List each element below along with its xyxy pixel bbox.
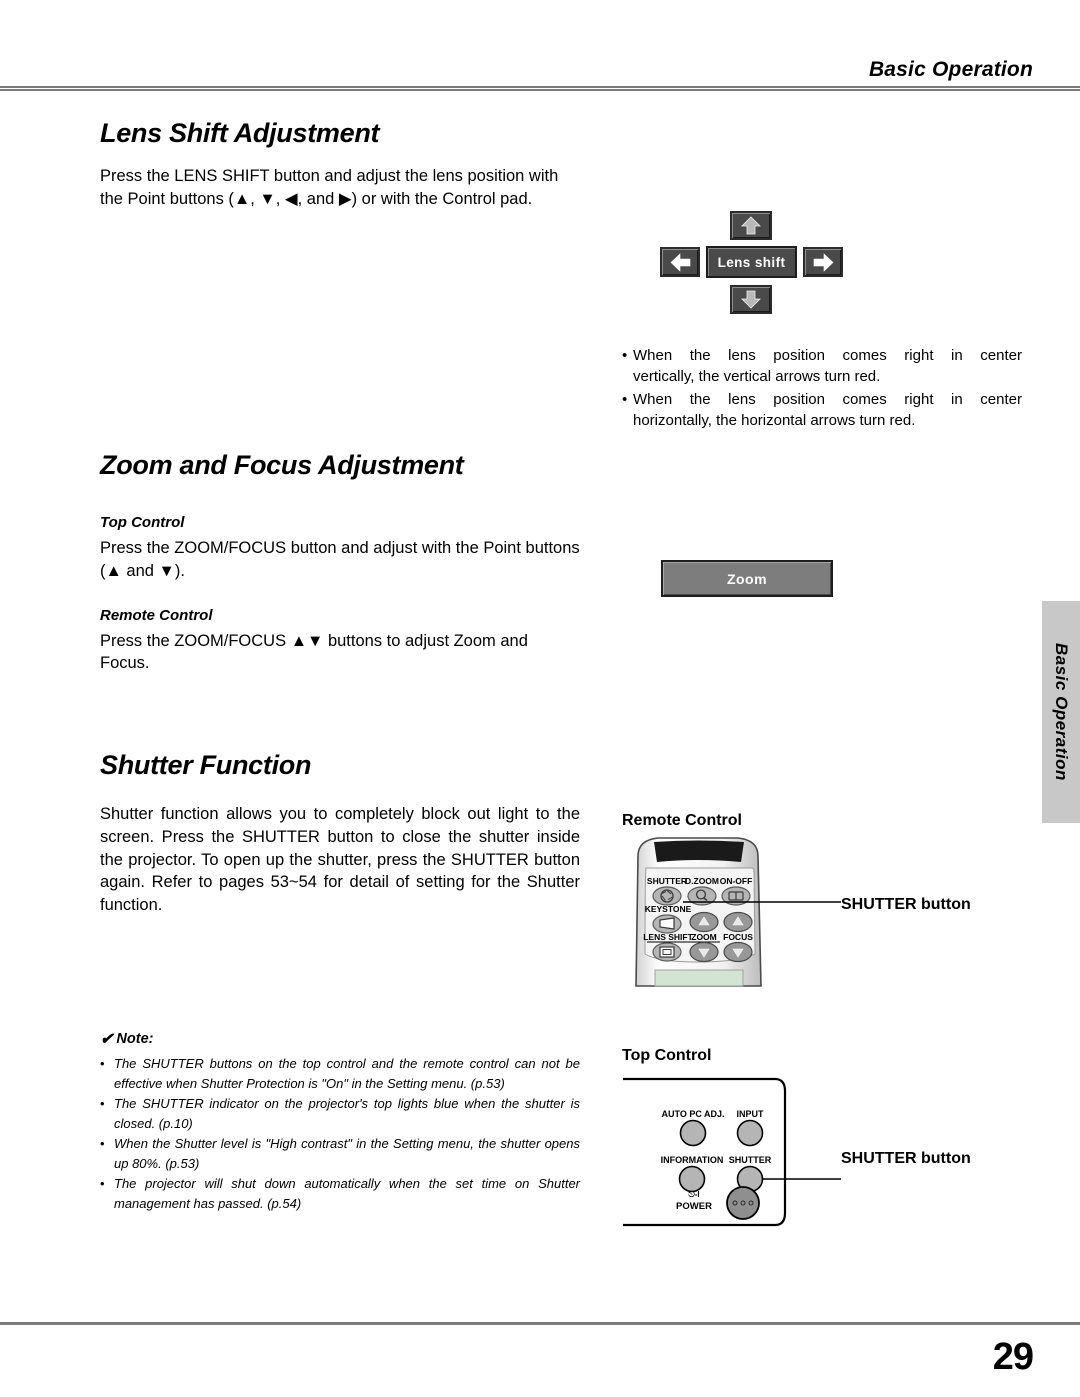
top-control-diagram-heading: Top Control [622,1047,712,1064]
zoom-focus-top-control-body: Press the ZOOM/FOCUS button and adjust w… [100,539,580,580]
bullet-dot: • [100,1056,105,1071]
top-control-label-information: INFORMATION [661,1155,724,1165]
page-number: 29 [992,1336,1034,1378]
remote-label-onoff: ON-OFF [720,876,753,886]
remote-label-focus: FOCUS [723,932,753,942]
lens-shift-widget: Lens shift [660,211,850,314]
lens-shift-body: Press the LENS SHIFT button and adjust t… [100,167,559,208]
top-control-label-auto-pc-adj: AUTO PC ADJ. [661,1109,724,1119]
bullet-dot: • [622,390,628,408]
shutter-title: Shutter Function [100,750,312,780]
note-heading: ✔ Note: [100,1029,580,1049]
footer-rule [0,1322,1080,1325]
side-tab-label: Basic Operation [1052,643,1071,781]
note-list-item: • The projector will shut down automatic… [100,1174,580,1213]
top-control-illustration: AUTO PC ADJ. INPUT INFORMATION SHUTTER ⎋… [623,1077,787,1227]
side-tab-basic-operation: Basic Operation [1042,601,1080,823]
bullet-dot: • [100,1176,105,1191]
remote-callout-line [683,901,841,903]
checkmark-icon: ✔ [100,1031,114,1048]
remote-label-dzoom: D.ZOOM [685,876,719,886]
bullet-dot: • [100,1096,105,1111]
lens-shift-down-arrow-icon[interactable] [730,285,772,314]
top-control-power-symbol: ⎋-I [688,1190,699,1199]
remote-label-shutter: SHUTTER [647,876,687,886]
lens-shift-up-arrow-icon[interactable] [730,211,772,240]
note-list-item: • The SHUTTER buttons on the top control… [100,1054,580,1093]
running-head: Basic Operation [868,58,1033,81]
top-control-callout-line [763,1178,841,1180]
top-control-power-button[interactable] [726,1186,760,1220]
lens-shift-glyph-icon [659,946,675,958]
zoom-focus-top-control-heading: Top Control [100,514,185,531]
lens-shift-left-arrow-icon[interactable] [660,247,700,277]
bullet-dot: • [622,347,628,364]
zoom-label-bar: Zoom [661,560,833,597]
note-line: horizontally, the horizontal arrows turn… [633,411,916,429]
note-list-item: • The SHUTTER indicator on the projector… [100,1094,580,1133]
section-lens-shift: Lens Shift Adjustment Press the LENS SHI… [100,118,580,211]
top-control-label-shutter: SHUTTER [729,1155,772,1165]
header-rule [0,86,1080,91]
note-heading-label: Note: [116,1031,154,1047]
note-line: When the lens position comes right in ce… [633,347,1022,364]
top-control-information-button[interactable] [678,1165,706,1193]
section-shutter: Shutter Function Shutter function allows… [100,750,580,917]
remote-control-illustration: SHUTTER D.ZOOM ON-OFF KEYSTONE LENS SHIF… [635,837,762,987]
top-control-label-power: POWER [676,1201,712,1212]
arrow-right-icon [813,252,833,272]
top-control-auto-pc-adj-button[interactable] [679,1119,707,1147]
shutter-body: Shutter function allows you to completel… [100,805,580,915]
zoom-focus-remote-control-heading: Remote Control [100,606,213,624]
top-control-label-input: INPUT [737,1109,765,1119]
remote-emitter [654,840,744,862]
remote-control-diagram-heading: Remote Control [622,812,742,829]
lens-shift-note-item: • When the lens position comes right in … [622,389,1022,432]
lens-shift-title: Lens Shift Adjustment [100,118,380,148]
zoom-focus-remote-control-body: Press the ZOOM/FOCUS ▲▼ buttons to adjus… [100,631,528,673]
note-list: • The SHUTTER buttons on the top control… [100,1054,580,1213]
keystone-icon [659,917,675,930]
lens-shift-note-item: • When the lens position comes right in … [622,345,1022,388]
note-line: When the lens position comes right in ce… [633,390,1022,408]
top-control-shutter-button-callout: SHUTTER button [841,1150,971,1167]
arrow-down-icon [741,290,761,309]
lens-shift-notes: • When the lens position comes right in … [622,345,1022,432]
note-block: ✔ Note: • The SHUTTER buttons on the top… [100,1029,580,1214]
arrow-up-icon [741,216,761,235]
top-control-input-button[interactable] [736,1119,764,1147]
remote-label-zoom: ZOOM [691,932,717,942]
note-line: vertically, the vertical arrows turn red… [633,368,881,386]
note-list-item: • When the Shutter level is "High contra… [100,1134,580,1173]
zoom-focus-title: Zoom and Focus Adjustment [100,450,464,480]
remote-shutter-button-callout: SHUTTER button [841,896,971,913]
arrow-left-icon [670,252,690,272]
remote-label-lens-shift: LENS SHIFT [643,932,693,942]
remote-display-strip [654,969,744,987]
bullet-dot: • [100,1136,105,1151]
lens-shift-right-arrow-icon[interactable] [803,247,843,277]
section-zoom-focus: Zoom and Focus Adjustment Top Control Pr… [100,450,580,675]
lens-shift-label-bar: Lens shift [706,246,797,278]
